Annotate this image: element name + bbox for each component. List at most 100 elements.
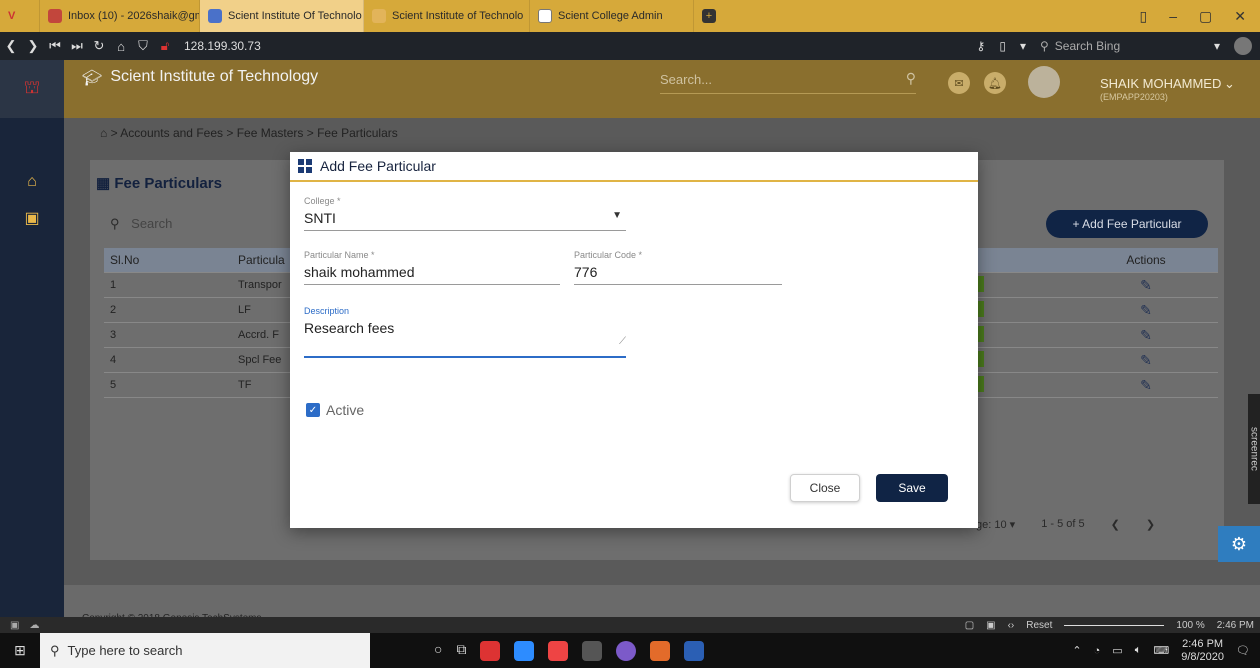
edit-icon[interactable]: ✎ (1140, 352, 1152, 368)
edit-icon[interactable]: ✎ (1140, 377, 1152, 393)
browser-tab[interactable]: V (0, 0, 40, 32)
particular-name-field[interactable]: Particular Name * shaik mohammed (304, 250, 560, 285)
image-icon[interactable]: ▣ (986, 620, 995, 631)
taskbar-search-input[interactable]: ⚲ Type here to search (40, 633, 370, 668)
close-icon[interactable]: ✕ (1234, 8, 1246, 25)
notification-icon[interactable]: 🗨︎ (1236, 644, 1250, 657)
status-badge (978, 350, 984, 367)
clock[interactable]: 2:46 PM 9/8/2020 (1181, 638, 1224, 664)
tab-scient-2[interactable]: Scient Institute of Technolo (364, 0, 530, 32)
bookmark-icon[interactable]: ▯ (999, 39, 1006, 53)
breadcrumb-item[interactable]: Fee Masters (237, 126, 304, 140)
maximize-icon[interactable]: ▢ (1199, 8, 1212, 25)
key-icon[interactable]: ⚷ (977, 39, 986, 53)
plus-icon: + (702, 9, 716, 23)
per-page-select[interactable]: ge: 10 ▾ (976, 518, 1015, 531)
windows-start-icon[interactable]: ⊞ (0, 642, 40, 659)
tab-scient-1[interactable]: Scient Institute Of Technolo (200, 0, 364, 32)
breadcrumb-item[interactable]: Accounts and Fees (120, 126, 223, 140)
battery-icon[interactable]: ▭ (1112, 644, 1122, 657)
search-icon: ⚲ (1039, 39, 1049, 53)
user-icon (372, 9, 386, 23)
profile-icon[interactable] (1234, 37, 1252, 55)
avatar[interactable] (1028, 66, 1060, 98)
trash-icon[interactable]: ▯ (1140, 8, 1148, 25)
cortana-icon[interactable]: ○ (434, 641, 442, 661)
home-icon[interactable]: ⌂ (100, 126, 107, 140)
back-icon[interactable]: ❮ (0, 38, 22, 54)
resize-handle-icon[interactable]: ⟋ (304, 336, 626, 352)
chevron-down-icon[interactable]: ▾ (1214, 39, 1220, 53)
table-row: ✎ (978, 373, 1218, 398)
bell-icon[interactable]: 🔔︎ (984, 72, 1006, 94)
edit-icon[interactable]: ✎ (1140, 327, 1152, 343)
fast-forward-icon[interactable]: ⏭ (66, 38, 88, 54)
college-logo: ⛫ (0, 60, 64, 118)
save-button[interactable]: Save (876, 474, 948, 502)
search-icon: ⚲ (50, 642, 60, 658)
rewind-icon[interactable]: ⏮ (44, 38, 66, 54)
money-icon[interactable]: ▣ (0, 200, 64, 236)
capture-icon[interactable]: ▢ (965, 620, 974, 631)
forward-icon[interactable]: ❯ (22, 38, 44, 54)
home-icon[interactable]: ⌂ (110, 39, 132, 54)
particular-code-field[interactable]: Particular Code * 776 (574, 250, 782, 285)
status-badge (978, 325, 984, 342)
add-fee-particular-button[interactable]: + Add Fee Particular (1046, 210, 1208, 238)
new-tab-button[interactable]: + (694, 0, 724, 32)
reload-icon[interactable]: ↻ (88, 38, 110, 54)
table-row: ✎ (978, 298, 1218, 323)
header-search-input[interactable]: Search... ⚲ (660, 68, 916, 94)
tab-inbox[interactable]: Inbox (10) - 2026shaik@gm (40, 0, 200, 32)
table-row: 5 TF (104, 373, 304, 398)
tab-college-admin[interactable]: Scient College Admin (530, 0, 694, 32)
zoom-icon[interactable] (514, 640, 535, 661)
grid-icon (298, 159, 312, 173)
close-button[interactable]: Close (790, 474, 860, 502)
volume-icon[interactable]: 🔈︎ (1135, 644, 1142, 657)
shield-icon[interactable]: ⛉ (132, 38, 154, 54)
settings-button[interactable]: ⚙ (1218, 526, 1260, 562)
brand[interactable]: 🎓︎ Scient Institute of Technology (82, 68, 318, 88)
zoom-slider[interactable] (1064, 620, 1165, 626)
table-row: ✎ (978, 323, 1218, 348)
word-icon[interactable] (684, 640, 705, 661)
home-icon[interactable]: ⌂ (0, 164, 64, 200)
reset-zoom[interactable]: Reset (1026, 620, 1052, 631)
cloud-icon[interactable]: ☁ (29, 620, 39, 631)
url-text[interactable]: 128.199.30.73 (184, 39, 261, 53)
next-page-icon[interactable]: ❯ (1146, 518, 1155, 531)
browser-icon[interactable] (616, 640, 637, 661)
fee-table-actions: Actions ✎ ✎ ✎ ✎ ✎ (978, 248, 1218, 398)
college-select[interactable]: College * SNTI ▼ (304, 196, 626, 231)
page-title: ▦ Fee Particulars (96, 175, 222, 192)
minimize-icon[interactable]: – (1169, 8, 1177, 25)
edit-icon[interactable]: ✎ (1140, 302, 1152, 318)
mail-icon[interactable]: ✉ (948, 72, 970, 94)
graduation-cap-icon: 🎓︎ (82, 70, 103, 87)
table-header: Sl.No Particula (104, 248, 304, 273)
left-rail: ⛫ ⌂ ▣ (0, 60, 64, 631)
task-view-icon[interactable]: ⧉ (456, 641, 466, 661)
tray-chevron-icon[interactable]: ⌃ (1072, 644, 1081, 657)
active-checkbox[interactable]: ✓ Active (306, 402, 364, 418)
code-icon[interactable]: ‹› (1008, 620, 1015, 631)
vivaldi-icon[interactable] (548, 640, 569, 661)
system-tray: ⌃ ◔ ▭ 🔈︎ ⌨ 2:46 PM 9/8/2020 🗨︎ (1072, 638, 1260, 664)
description-textarea[interactable]: Description Research fees ⟋ (304, 306, 626, 358)
prev-page-icon[interactable]: ❮ (1111, 518, 1120, 531)
chevron-down-icon[interactable]: ▾ (1020, 39, 1026, 53)
edit-icon[interactable]: ✎ (1140, 277, 1152, 293)
bing-search[interactable]: ⚲ Search Bing (1040, 36, 1200, 56)
user-name[interactable]: SHAIK MOHAMMED (1100, 76, 1221, 91)
panel-toggle-icon[interactable]: ▣ (10, 620, 19, 631)
store-icon[interactable] (582, 640, 603, 661)
caret-down-icon: ▼ (612, 210, 622, 221)
network-icon[interactable]: ◔ (1094, 645, 1101, 657)
chevron-down-icon[interactable]: ⌄ (1224, 76, 1235, 92)
photos-icon[interactable] (650, 640, 671, 661)
keyboard-icon[interactable]: ⌨ (1153, 644, 1169, 657)
vivaldi-icon[interactable] (480, 640, 501, 661)
windows-taskbar: ⊞ ⚲ Type here to search ○ ⧉ ⌃ ◔ ▭ 🔈︎ ⌨ 2… (0, 633, 1260, 668)
table-search-input[interactable]: ⚲ Search (110, 216, 172, 232)
